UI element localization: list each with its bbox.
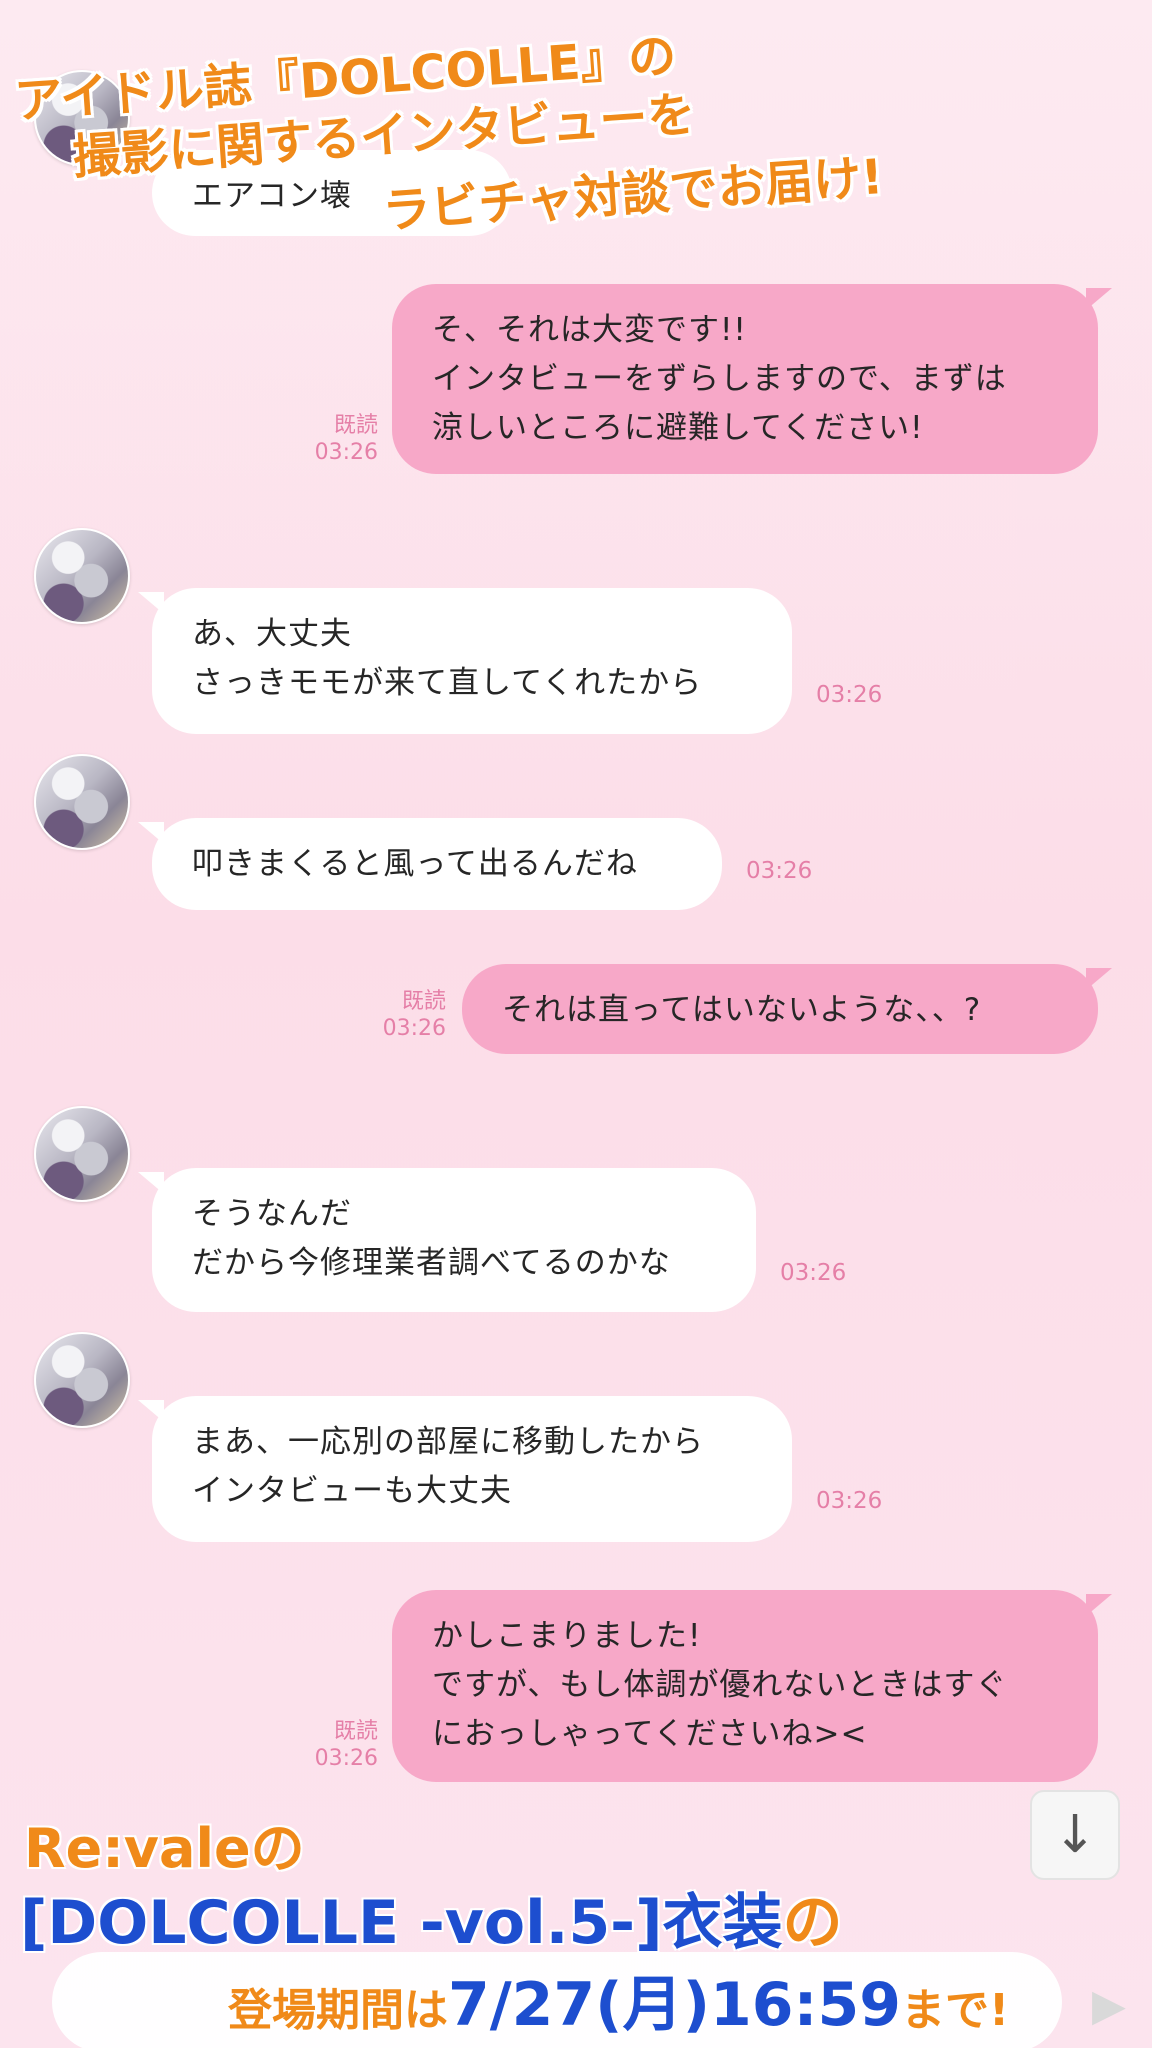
banner-deadline: 7/27(月)16:59 xyxy=(448,1970,901,2040)
read-status: 既読 03:26 xyxy=(298,412,378,466)
message-time: 03:26 xyxy=(382,1016,446,1041)
avatar[interactable] xyxy=(34,754,130,850)
message-time: 03:26 xyxy=(816,682,883,708)
message-time: 03:26 xyxy=(314,1746,378,1771)
message-bubble: 叩きまくると風って出るんだね xyxy=(138,818,722,910)
arrow-down-icon: ↓ xyxy=(1053,1805,1097,1865)
banner-particle: の xyxy=(782,1888,843,1958)
avatar[interactable] xyxy=(34,528,130,624)
read-label: 既読 xyxy=(401,989,446,1014)
read-label: 既読 xyxy=(333,1719,378,1744)
banner-period-label: 登場期間は xyxy=(228,1985,448,2036)
send-icon[interactable]: ▶ xyxy=(1092,1980,1126,2031)
message-time: 03:26 xyxy=(816,1488,883,1514)
avatar[interactable] xyxy=(34,1332,130,1428)
message-bubble: そ、それは大変です!! インタビューをずらしますので、まずは 涼しいところに避難… xyxy=(392,284,1112,474)
read-label: 既読 xyxy=(333,413,378,438)
read-status: 既読 03:26 xyxy=(366,988,446,1042)
banner-particle: の xyxy=(250,1817,305,1880)
scroll-down-button[interactable]: ↓ xyxy=(1030,1790,1120,1880)
avatar[interactable] xyxy=(34,1106,130,1202)
message-bubble: あ、大丈夫 さっきモモが来て直してくれたから xyxy=(138,588,792,734)
read-status: 既読 03:26 xyxy=(298,1718,378,1772)
banner-group-name: Re:vale xyxy=(24,1817,251,1880)
message-bubble: それは直ってはいないような、、? xyxy=(462,964,1112,1054)
message-bubble: かしこまりました! ですが、もし体調が優れないときはすぐ におっしゃってください… xyxy=(392,1590,1112,1782)
message-bubble: そうなんだ だから今修理業者調べてるのかな xyxy=(138,1168,756,1312)
banner-line-1: Re:valeの xyxy=(24,1804,305,1883)
banner-suffix: まで! xyxy=(901,1985,1010,2036)
chat-screen: エアコン壊 既読 03:26 そ、それは大変です!! インタビューをずらしますの… xyxy=(0,0,1152,2048)
message-bubble: まあ、一応別の部屋に移動したから インタビューも大丈夫 xyxy=(138,1396,792,1542)
message-time: 03:26 xyxy=(780,1260,847,1286)
message-time: 03:26 xyxy=(746,858,813,884)
banner-line-2: [DOLCOLLE -vol.5-]衣装の xyxy=(20,1874,843,1961)
banner-costume-name: [DOLCOLLE -vol.5-]衣装 xyxy=(20,1888,783,1958)
banner-line-3: 登場期間は7/27(月)16:59まで! xyxy=(228,1956,1009,2043)
message-time: 03:26 xyxy=(314,440,378,465)
